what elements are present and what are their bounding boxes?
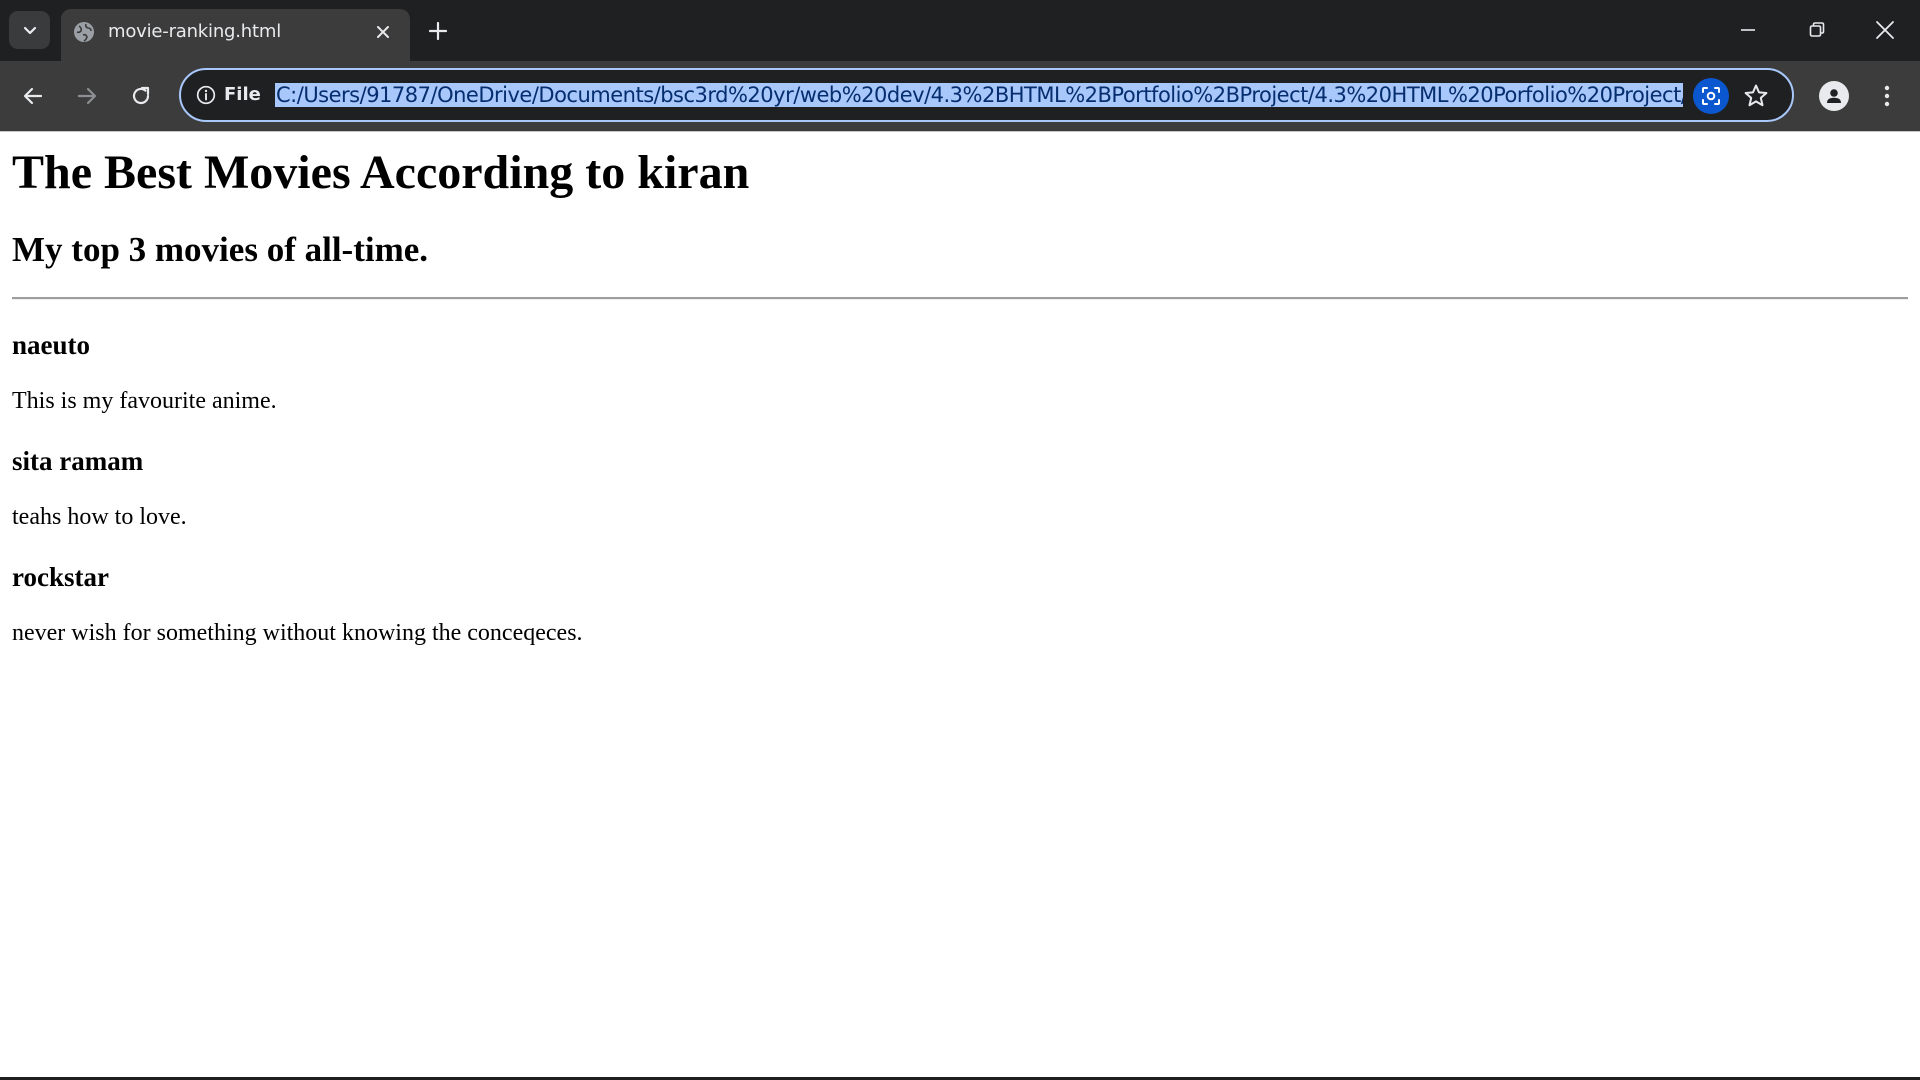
movie-description: teahs how to love.	[12, 504, 187, 530]
movie-description: never wish for something without knowing…	[12, 620, 583, 646]
page-subtitle: My top 3 movies of all-time.	[12, 230, 429, 269]
forward-button[interactable]	[70, 79, 104, 113]
close-window-button[interactable]	[1867, 14, 1903, 46]
browser-toolbar: File C:/Users/91787/OneDrive/Documents/b…	[0, 61, 1920, 131]
new-tab-button[interactable]	[424, 17, 452, 45]
tab-strip: movie-ranking.html	[0, 0, 1920, 61]
address-bar[interactable]: File C:/Users/91787/OneDrive/Documents/b…	[179, 68, 1794, 122]
arrow-left-icon	[23, 87, 43, 105]
minimize-window-button[interactable]	[1730, 14, 1766, 46]
movie-description: This is my favourite anime.	[12, 388, 277, 414]
minimize-icon	[1741, 29, 1755, 31]
restore-icon	[1809, 22, 1825, 37]
kebab-menu-icon	[1884, 85, 1890, 107]
arrow-right-icon	[77, 87, 97, 105]
profile-button[interactable]	[1819, 81, 1849, 111]
tab-title: movie-ranking.html	[108, 21, 281, 42]
movie-title: rockstar	[12, 562, 109, 592]
info-icon[interactable]	[196, 85, 216, 105]
horizontal-rule	[12, 297, 1908, 300]
chevron-down-icon	[23, 26, 36, 35]
active-tab[interactable]: movie-ranking.html	[61, 9, 410, 61]
url-text: C:/Users/91787/OneDrive/Documents/bsc3rd…	[275, 83, 1683, 107]
page-content: The Best Movies According to kiran My to…	[0, 132, 1920, 1077]
person-icon	[1827, 89, 1841, 103]
scheme-label: File	[224, 84, 261, 105]
lens-icon	[1702, 87, 1720, 105]
close-icon	[1876, 21, 1894, 39]
page-title: The Best Movies According to kiran	[12, 146, 750, 199]
reload-button[interactable]	[124, 79, 158, 113]
tab-close-icon[interactable]	[371, 20, 395, 44]
url-input[interactable]: C:/Users/91787/OneDrive/Documents/bsc3rd…	[275, 80, 1683, 110]
lens-button[interactable]	[1693, 78, 1729, 114]
star-icon[interactable]	[1741, 81, 1771, 111]
back-button[interactable]	[16, 79, 50, 113]
restore-window-button[interactable]	[1799, 14, 1835, 46]
movie-title: sita ramam	[12, 446, 144, 476]
movie-title: naeuto	[12, 330, 91, 360]
globe-icon	[74, 22, 94, 42]
tab-search-button[interactable]	[9, 11, 50, 49]
reload-icon	[132, 86, 150, 105]
menu-button[interactable]	[1872, 79, 1902, 113]
